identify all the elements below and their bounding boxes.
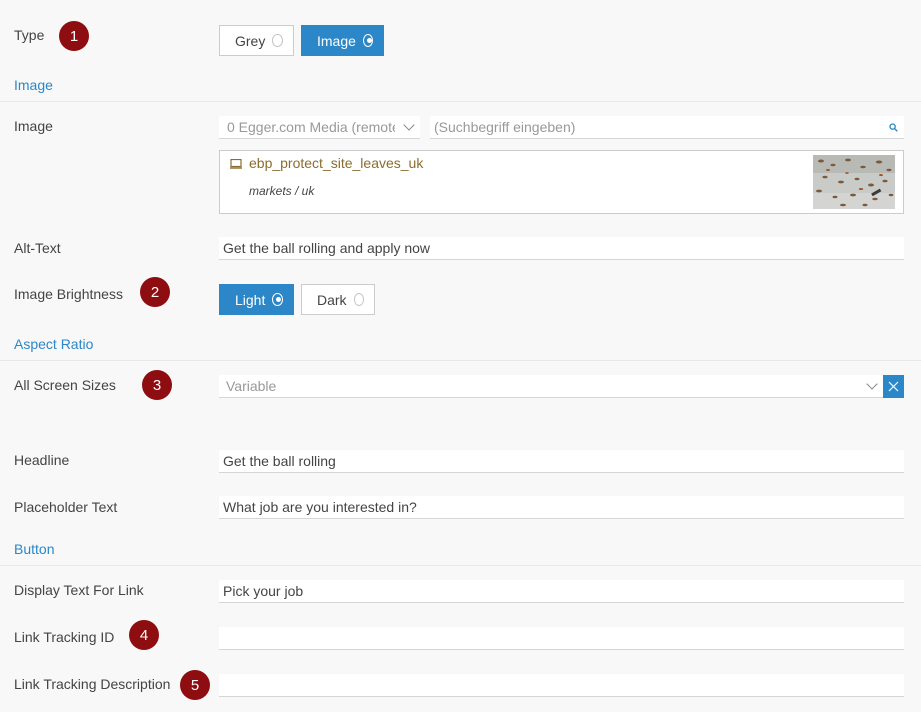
- media-source-select[interactable]: 0 Egger.com Media (remote: [219, 116, 420, 139]
- asset-path: markets / uk: [249, 184, 315, 198]
- radio-icon: [272, 34, 283, 47]
- link-tracking-description-input[interactable]: [219, 674, 904, 697]
- type-option-grey-label: Grey: [235, 32, 266, 49]
- placeholder-text-input[interactable]: What job are you interested in?: [219, 496, 904, 519]
- all-screen-sizes-label: All Screen Sizes: [14, 377, 116, 393]
- brightness-option-dark[interactable]: Dark: [301, 284, 375, 315]
- placeholder-text-label: Placeholder Text: [14, 499, 118, 515]
- section-title-image: Image: [14, 77, 53, 93]
- image-label: Image: [14, 118, 53, 134]
- section-divider: [0, 360, 921, 361]
- media-source-value: 0 Egger.com Media (remote: [227, 119, 395, 135]
- clear-screen-size-button[interactable]: [883, 375, 904, 398]
- chevron-down-icon: [403, 119, 415, 131]
- media-search-input[interactable]: (Suchbegriff eingeben): [430, 116, 904, 139]
- alt-text-value: Get the ball rolling and apply now: [223, 240, 431, 256]
- callout-badge-5: 5: [180, 670, 210, 700]
- alt-text-input[interactable]: Get the ball rolling and apply now: [219, 237, 904, 260]
- asset-name-link[interactable]: ebp_protect_site_leaves_uk: [249, 155, 423, 171]
- link-tracking-id-label: Link Tracking ID: [14, 629, 115, 645]
- headline-value: Get the ball rolling: [223, 453, 336, 469]
- close-icon: [888, 381, 899, 392]
- link-tracking-description-label: Link Tracking Description: [14, 676, 171, 692]
- callout-badge-3: 3: [142, 370, 172, 400]
- section-title-button: Button: [14, 541, 55, 557]
- callout-badge-4: 4: [129, 620, 159, 650]
- section-divider: [0, 101, 921, 102]
- search-icon[interactable]: [889, 123, 898, 132]
- callout-badge-1: 1: [59, 21, 89, 51]
- screen-size-value: Variable: [226, 378, 277, 394]
- alt-text-label: Alt-Text: [14, 240, 61, 256]
- type-option-grey[interactable]: Grey: [219, 25, 294, 56]
- section-title-aspect-ratio: Aspect Ratio: [14, 336, 94, 352]
- radio-selected-icon: [362, 34, 373, 47]
- headline-label: Headline: [14, 452, 70, 468]
- callout-badge-2: 2: [140, 277, 170, 307]
- selected-asset-card[interactable]: ebp_protect_site_leaves_uk markets / uk: [219, 150, 904, 214]
- brightness-option-dark-label: Dark: [317, 291, 347, 308]
- chevron-down-icon: [866, 378, 878, 390]
- monitor-icon: [230, 159, 242, 169]
- placeholder-text-value: What job are you interested in?: [223, 499, 417, 515]
- screen-size-select[interactable]: Variable: [219, 375, 883, 398]
- display-text-value: Pick your job: [223, 583, 304, 599]
- brightness-option-light[interactable]: Light: [219, 284, 294, 315]
- headline-input[interactable]: Get the ball rolling: [219, 450, 904, 473]
- display-text-label: Display Text For Link: [14, 582, 144, 598]
- section-divider: [0, 565, 921, 566]
- display-text-input[interactable]: Pick your job: [219, 580, 904, 603]
- type-option-image[interactable]: Image: [301, 25, 384, 56]
- link-tracking-id-input[interactable]: [219, 627, 904, 650]
- radio-selected-icon: [272, 293, 283, 306]
- media-search-placeholder: (Suchbegriff eingeben): [434, 119, 576, 135]
- asset-thumbnail: [813, 155, 895, 209]
- radio-icon: [353, 293, 364, 306]
- brightness-option-light-label: Light: [235, 291, 266, 308]
- type-label: Type: [14, 27, 45, 43]
- image-brightness-label: Image Brightness: [14, 286, 123, 302]
- type-option-image-label: Image: [317, 32, 356, 49]
